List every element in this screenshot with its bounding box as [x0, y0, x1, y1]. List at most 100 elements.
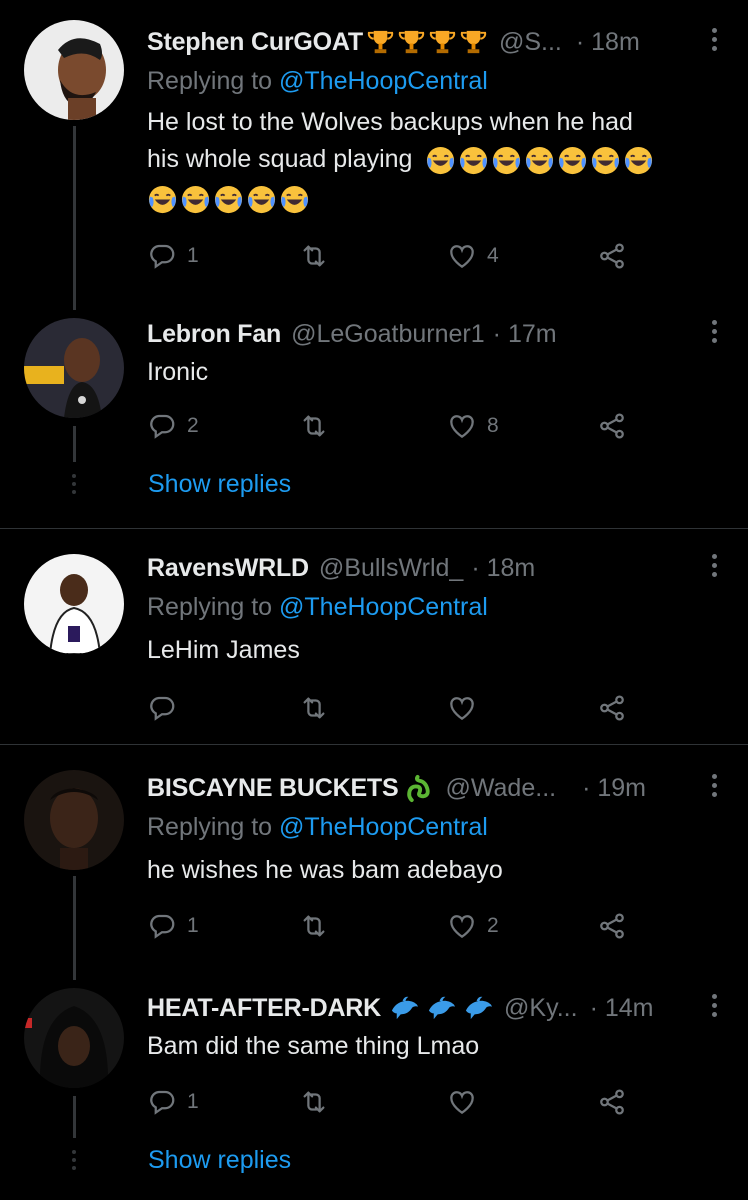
dolphin-icon — [389, 993, 420, 1024]
timestamp[interactable]: · 19m — [582, 774, 646, 803]
handle[interactable]: @BullsWrld_ — [319, 554, 463, 583]
retweet-icon — [299, 693, 329, 723]
replying-to: Replying to @TheHoopCentral — [147, 593, 488, 621]
action-bar: 2 8 — [147, 406, 647, 446]
tweet-text: he wishes he was bam adebayo — [147, 856, 503, 884]
timestamp[interactable]: · 18m — [576, 28, 640, 57]
more-options-icon[interactable] — [710, 320, 718, 347]
tweet-header: HEAT-AFTER-DARK @Ky... · 14m — [147, 988, 728, 1028]
laughing-emoji-icon — [180, 184, 211, 215]
action-bar: 1 2 — [147, 906, 647, 946]
avatar[interactable] — [24, 20, 124, 120]
laughing-emoji-icon — [590, 145, 621, 176]
snake-icon — [404, 773, 435, 804]
like-button[interactable]: 4 — [447, 236, 499, 276]
trophy-icon — [427, 27, 458, 58]
display-name[interactable]: RavensWRLD — [147, 554, 309, 583]
avatar[interactable] — [24, 770, 124, 870]
retweet-icon — [299, 911, 329, 941]
dolphin-emojis — [389, 993, 494, 1024]
retweet-button[interactable] — [299, 688, 339, 728]
laughing-emoji-icon — [524, 145, 555, 176]
show-replies-link[interactable]: Show replies — [148, 470, 291, 499]
reply-button[interactable] — [147, 688, 187, 728]
timestamp[interactable]: · 17m — [493, 320, 557, 349]
retweet-button[interactable] — [299, 906, 339, 946]
retweet-icon — [299, 241, 329, 271]
trophy-icon — [365, 27, 396, 58]
laughing-emoji-icon — [623, 145, 654, 176]
laugh-emojis — [425, 145, 656, 173]
thread-dots — [71, 1150, 77, 1174]
tweet-text: LeHim James — [147, 636, 300, 664]
like-button[interactable] — [447, 688, 487, 728]
share-icon — [597, 1087, 627, 1117]
handle[interactable]: @Ky... — [504, 994, 578, 1023]
reply-button[interactable]: 2 — [147, 406, 199, 446]
reply-icon — [147, 911, 177, 941]
reply-button[interactable]: 1 — [147, 1082, 199, 1122]
timestamp[interactable]: · 14m — [590, 994, 654, 1023]
avatar[interactable] — [24, 318, 124, 418]
replying-to-link[interactable]: @TheHoopCentral — [279, 813, 488, 841]
replying-to-link[interactable]: @TheHoopCentral — [279, 67, 488, 95]
show-replies-link[interactable]: Show replies — [148, 1146, 291, 1175]
more-options-icon[interactable] — [710, 554, 718, 581]
handle[interactable]: @Wade... — [445, 774, 556, 803]
reply-button[interactable]: 1 — [147, 236, 199, 276]
handle[interactable]: @S... — [499, 28, 562, 57]
reply-icon — [147, 241, 177, 271]
share-button[interactable] — [597, 406, 627, 446]
share-icon — [597, 241, 627, 271]
share-button[interactable] — [597, 1082, 627, 1122]
trophy-emojis — [365, 27, 489, 58]
retweet-icon — [299, 411, 329, 441]
action-bar: 1 4 — [147, 236, 647, 276]
tweet-header: Stephen CurGOAT @S... · 18m — [147, 22, 728, 62]
reply-icon — [147, 693, 177, 723]
replying-to: Replying to @TheHoopCentral — [147, 67, 488, 95]
reply-button[interactable]: 1 — [147, 906, 199, 946]
share-button[interactable] — [597, 906, 627, 946]
heart-icon — [447, 241, 477, 271]
heart-icon — [447, 1087, 477, 1117]
like-button[interactable]: 2 — [447, 906, 499, 946]
share-button[interactable] — [597, 236, 627, 276]
laughing-emoji-icon — [246, 184, 277, 215]
divider — [0, 528, 748, 529]
tweet-text: Bam did the same thing Lmao — [147, 1032, 480, 1060]
thread-line — [73, 426, 76, 462]
replying-to-link[interactable]: @TheHoopCentral — [279, 593, 488, 621]
like-button[interactable]: 8 — [447, 406, 499, 446]
more-options-icon[interactable] — [710, 994, 718, 1021]
action-bar — [147, 688, 647, 728]
dolphin-icon — [463, 993, 494, 1024]
dolphin-icon — [426, 993, 457, 1024]
heart-icon — [447, 411, 477, 441]
avatar[interactable] — [24, 554, 124, 654]
thread-line — [73, 876, 76, 980]
laughing-emoji-icon — [557, 145, 588, 176]
more-options-icon[interactable] — [710, 774, 718, 801]
handle[interactable]: @LeGoatburner1 — [291, 320, 485, 349]
laughing-emoji-icon — [458, 145, 489, 176]
display-name[interactable]: BISCAYNE BUCKETS — [147, 774, 399, 803]
retweet-button[interactable] — [299, 406, 339, 446]
divider — [0, 744, 748, 745]
laughing-emoji-icon — [213, 184, 244, 215]
retweet-button[interactable] — [299, 1082, 339, 1122]
more-options-icon[interactable] — [710, 28, 718, 55]
laughing-emoji-icon — [279, 184, 310, 215]
replying-to: Replying to @TheHoopCentral — [147, 813, 488, 841]
display-name[interactable]: Stephen CurGOAT — [147, 28, 363, 57]
display-name[interactable]: HEAT-AFTER-DARK — [147, 994, 381, 1023]
like-button[interactable] — [447, 1082, 487, 1122]
laughing-emoji-icon — [147, 184, 178, 215]
retweet-button[interactable] — [299, 236, 339, 276]
tweet-header: RavensWRLD @BullsWrld_ · 18m — [147, 548, 728, 588]
display-name[interactable]: Lebron Fan — [147, 320, 281, 349]
avatar[interactable] — [24, 988, 124, 1088]
share-button[interactable] — [597, 688, 627, 728]
timestamp[interactable]: · 18m — [471, 554, 535, 583]
action-bar: 1 — [147, 1082, 647, 1122]
